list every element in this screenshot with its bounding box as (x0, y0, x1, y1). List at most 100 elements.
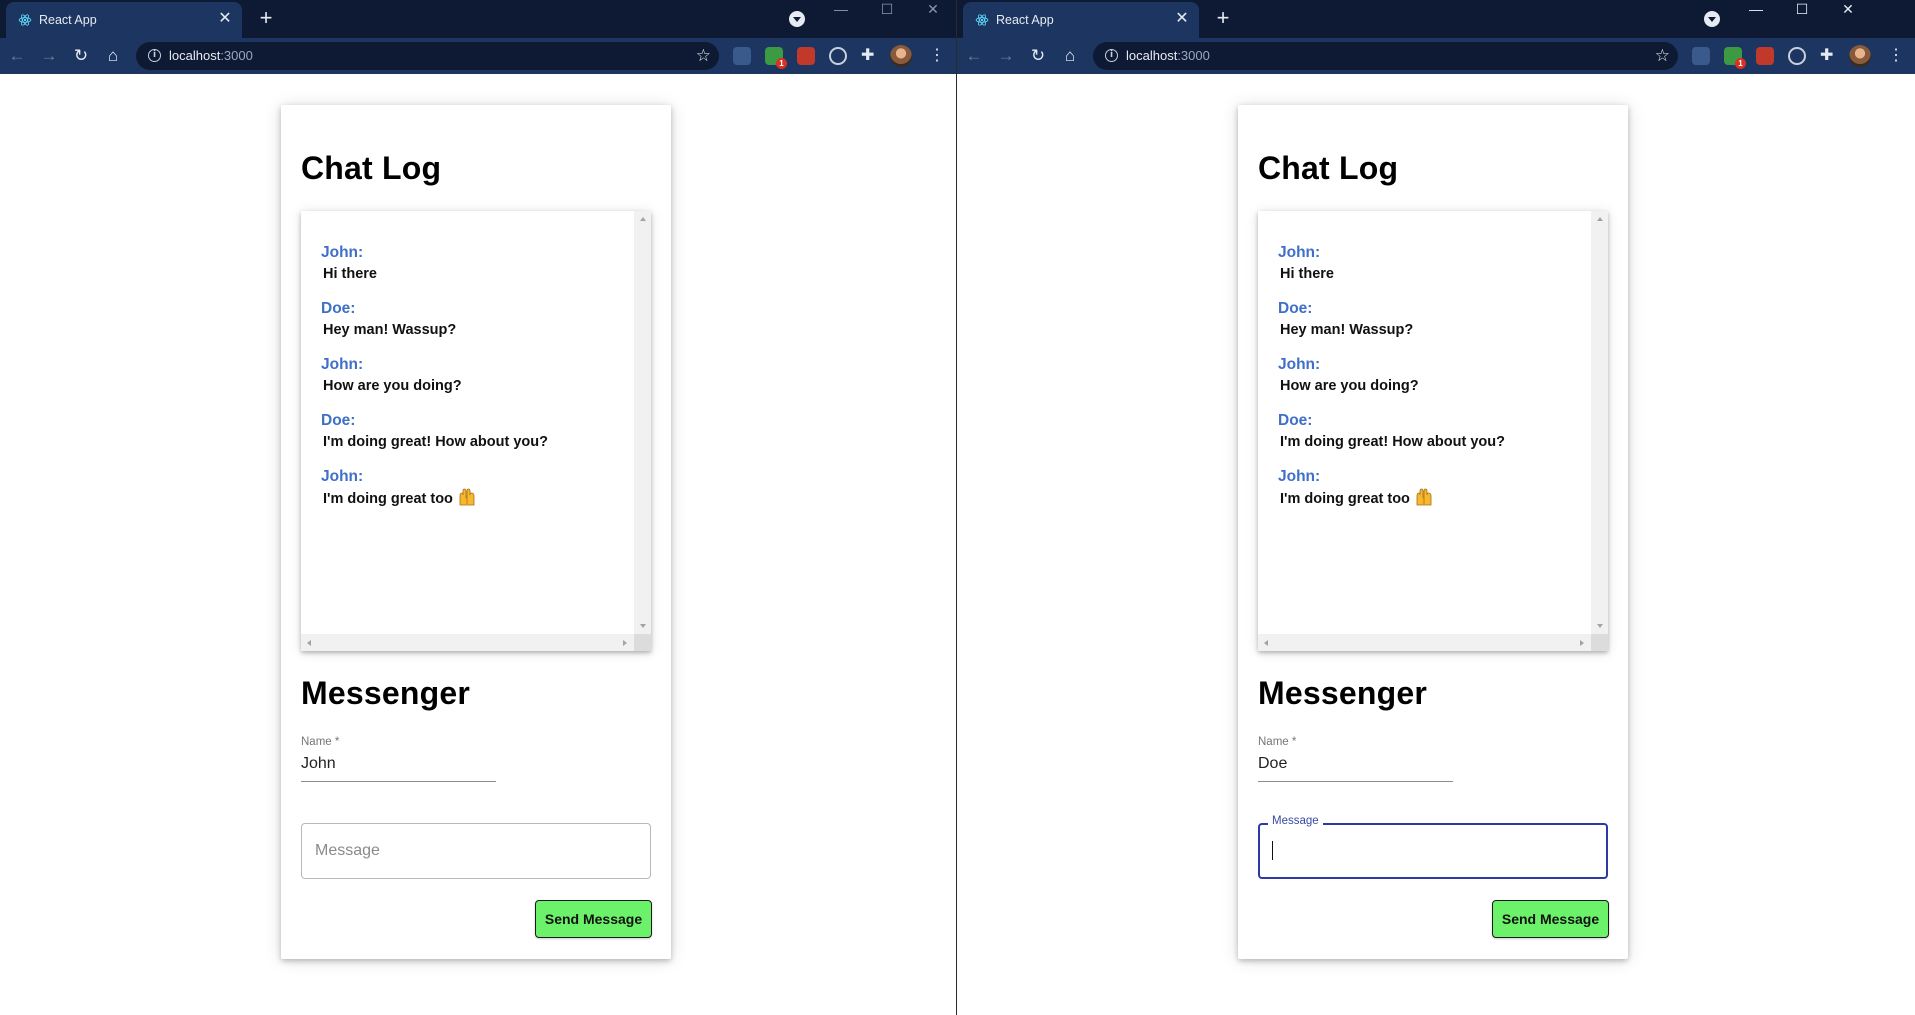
maximize-icon[interactable]: ☐ (864, 0, 910, 30)
horizontal-scrollbar[interactable] (301, 634, 634, 651)
message-list: John: Hi there Doe: Hey man! Wassup? Joh… (1278, 243, 1578, 523)
forward-arrow-icon[interactable]: → (994, 44, 1018, 68)
address-bar[interactable]: i localhost:3000 ☆ (1093, 42, 1678, 70)
bookmark-star-icon[interactable]: ☆ (1655, 45, 1670, 67)
forward-arrow-icon[interactable]: → (37, 44, 61, 68)
tab-search-icon[interactable] (789, 11, 805, 27)
message-author: John: (1278, 468, 1321, 485)
profile-avatar[interactable] (890, 45, 912, 67)
title-bar: React App ✕ + — ☐ ✕ (957, 0, 1915, 38)
message-text: How are you doing? (1280, 378, 1419, 394)
name-field-label: Name * (1258, 736, 1297, 748)
scroll-left-icon[interactable] (307, 640, 311, 646)
extension-red-icon[interactable] (797, 47, 815, 65)
browser-menu-icon[interactable]: ⋮ (929, 46, 945, 66)
minimize-icon[interactable]: — (1733, 0, 1779, 30)
browser-window-right: React App ✕ + — ☐ ✕ ← → ↻ ⌂ i localhost:… (957, 0, 1915, 1015)
scroll-up-icon[interactable] (640, 217, 646, 221)
message-text: Hey man! Wassup? (1280, 322, 1414, 338)
new-tab-icon[interactable]: + (1211, 7, 1235, 29)
message-list: John: Hi there Doe: Hey man! Wassup? Joh… (321, 243, 621, 523)
extensions-puzzle-icon[interactable]: ✚ (861, 46, 874, 66)
send-message-button[interactable]: Send Message (535, 900, 652, 938)
name-field[interactable]: Doe (1258, 755, 1287, 773)
message-text-with-emoji: I'm doing great too (321, 487, 621, 510)
scroll-left-icon[interactable] (1264, 640, 1268, 646)
raising-hands-icon (459, 488, 475, 506)
message-field-label: Message (1268, 815, 1323, 827)
address-bar[interactable]: i localhost:3000 ☆ (136, 42, 719, 70)
tab-close-icon[interactable]: ✕ (216, 11, 234, 27)
close-window-icon[interactable]: ✕ (910, 0, 956, 30)
site-info-icon[interactable]: i (1105, 49, 1118, 62)
horizontal-scrollbar[interactable] (1258, 634, 1591, 651)
message-text: Hi there (1280, 266, 1334, 282)
page-content: Chat Log John: Hi there Doe: Hey man! Wa… (0, 74, 956, 1015)
reload-icon[interactable]: ↻ (1026, 44, 1050, 68)
message-text: How are you doing? (323, 378, 462, 394)
chat-log-box[interactable]: John: Hi there Doe: Hey man! Wassup? Joh… (301, 211, 651, 651)
message-author: John: (321, 244, 364, 261)
home-icon[interactable]: ⌂ (1058, 44, 1082, 68)
name-field-underline (1258, 781, 1453, 782)
extension-translate-icon[interactable]: 1 (765, 47, 787, 69)
message-item: John: Hi there (321, 243, 621, 299)
message-item: John: How are you doing? (1278, 355, 1578, 411)
message-input[interactable] (1258, 823, 1608, 879)
extension-owl-icon[interactable] (733, 47, 751, 65)
new-tab-icon[interactable]: + (254, 7, 278, 29)
back-arrow-icon[interactable]: ← (962, 44, 986, 68)
scroll-right-icon[interactable] (1580, 640, 1584, 646)
tab-title: React App (39, 13, 97, 27)
message-item: John: I'm doing great too (321, 467, 621, 523)
back-arrow-icon[interactable]: ← (5, 44, 29, 68)
chat-log-title: Chat Log (1258, 150, 1399, 186)
message-author: John: (321, 356, 364, 373)
url-text: localhost:3000 (169, 48, 253, 63)
browser-tab[interactable]: React App ✕ (963, 2, 1199, 38)
scroll-right-icon[interactable] (623, 640, 627, 646)
app-card: Chat Log John: Hi there Doe: Hey man! Wa… (281, 105, 671, 959)
profile-avatar[interactable] (1849, 45, 1871, 67)
name-field-underline (301, 781, 496, 782)
extension-red-icon[interactable] (1756, 47, 1774, 65)
browser-tab[interactable]: React App ✕ (6, 2, 242, 38)
reload-icon[interactable]: ↻ (69, 44, 93, 68)
extension-owl-icon[interactable] (1692, 47, 1710, 65)
name-field[interactable]: John (301, 755, 336, 773)
home-icon[interactable]: ⌂ (101, 44, 125, 68)
message-author: Doe: (321, 300, 356, 317)
maximize-icon[interactable]: ☐ (1779, 0, 1825, 30)
extension-target-icon[interactable] (829, 47, 847, 65)
react-logo-icon (18, 14, 32, 26)
scroll-down-icon[interactable] (640, 624, 646, 628)
extensions-puzzle-icon[interactable]: ✚ (1820, 46, 1833, 66)
extension-target-icon[interactable] (1788, 47, 1806, 65)
message-input[interactable] (301, 823, 651, 879)
messenger-title: Messenger (1258, 675, 1427, 711)
tab-close-icon[interactable]: ✕ (1173, 11, 1191, 27)
message-item: John: I'm doing great too (1278, 467, 1578, 523)
name-field-label: Name * (301, 736, 340, 748)
scroll-down-icon[interactable] (1597, 624, 1603, 628)
site-info-icon[interactable]: i (148, 49, 161, 62)
message-author: John: (321, 468, 364, 485)
tab-search-icon[interactable] (1704, 11, 1720, 27)
browser-menu-icon[interactable]: ⋮ (1888, 46, 1904, 66)
bookmark-star-icon[interactable]: ☆ (696, 45, 711, 67)
chat-log-box[interactable]: John: Hi there Doe: Hey man! Wassup? Joh… (1258, 211, 1608, 651)
message-text: I'm doing great! How about you? (1280, 434, 1505, 450)
send-message-button[interactable]: Send Message (1492, 900, 1609, 938)
message-author: Doe: (1278, 412, 1313, 429)
minimize-icon[interactable]: — (818, 0, 864, 30)
extension-badge: 1 (776, 58, 787, 69)
scrollbar-corner (634, 634, 651, 651)
screen: React App ✕ + — ☐ ✕ ← → ↻ ⌂ i localhost:… (0, 0, 1915, 1015)
extension-translate-icon[interactable]: 1 (1724, 47, 1746, 69)
vertical-scrollbar[interactable] (1591, 211, 1608, 634)
react-logo-icon (975, 14, 989, 26)
scroll-up-icon[interactable] (1597, 217, 1603, 221)
browser-window-left: React App ✕ + — ☐ ✕ ← → ↻ ⌂ i localhost:… (0, 0, 956, 1015)
close-window-icon[interactable]: ✕ (1825, 0, 1871, 30)
vertical-scrollbar[interactable] (634, 211, 651, 634)
